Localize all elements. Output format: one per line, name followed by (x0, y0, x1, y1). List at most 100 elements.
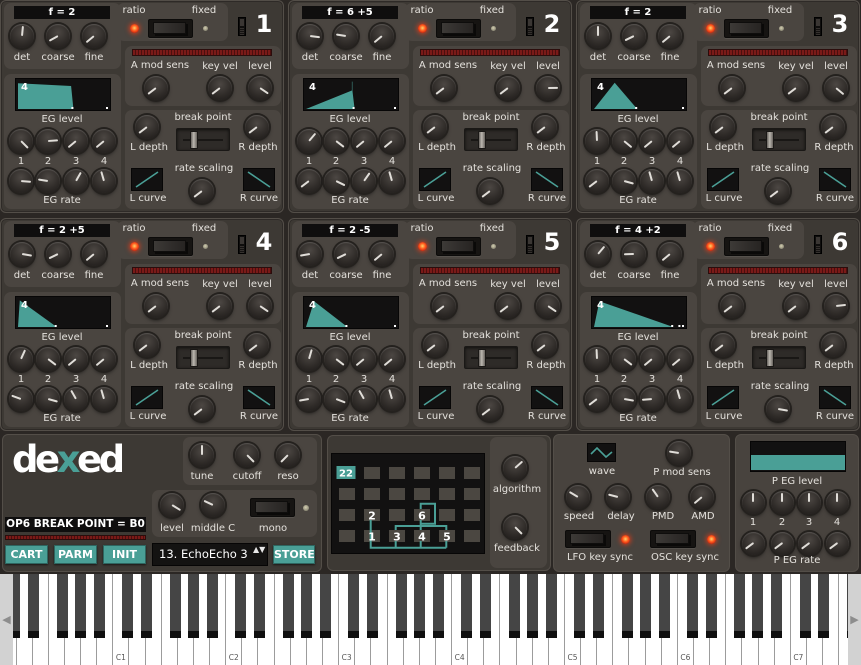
eg-level-3-knob[interactable] (352, 347, 376, 371)
eg-level-3-knob[interactable] (640, 129, 664, 153)
operator-enable-switch[interactable] (238, 235, 246, 254)
black-key[interactable] (187, 574, 199, 638)
black-key[interactable] (253, 574, 265, 638)
eg-level-1-knob[interactable] (585, 129, 609, 153)
ratio-fixed-switch[interactable] (436, 237, 481, 256)
key-velocity-knob[interactable] (208, 76, 232, 100)
ratio-fixed-switch[interactable] (148, 19, 193, 38)
right-depth-knob[interactable] (533, 333, 557, 357)
fine-knob[interactable] (370, 242, 394, 266)
coarse-knob[interactable] (46, 24, 70, 48)
eg-level-4-knob[interactable] (380, 347, 404, 371)
eg-level-2-knob[interactable] (612, 129, 636, 153)
eg-rate-1-knob[interactable] (9, 387, 33, 411)
init-button[interactable]: INIT (103, 545, 146, 564)
a-mod-sens-knob[interactable] (144, 294, 168, 318)
eg-rate-1-knob[interactable] (297, 169, 321, 193)
program-select[interactable]: 13. EchoEcho 3 ▲▼ (152, 543, 268, 566)
eg-level-2-knob[interactable] (36, 129, 60, 153)
black-key[interactable] (122, 574, 134, 638)
black-key[interactable] (461, 574, 472, 638)
mono-switch[interactable] (250, 498, 295, 517)
black-key[interactable] (395, 574, 407, 638)
coarse-knob[interactable] (334, 24, 358, 48)
slider-thumb[interactable] (189, 131, 198, 149)
black-key[interactable] (57, 574, 68, 638)
eg-level-1-knob[interactable] (9, 347, 33, 371)
operator-enable-switch[interactable] (814, 17, 822, 36)
eg-rate-2-knob[interactable] (324, 169, 348, 193)
output-level-knob[interactable] (248, 294, 272, 318)
coarse-knob[interactable] (622, 24, 646, 48)
ratio-fixed-switch[interactable] (148, 237, 193, 256)
black-key[interactable] (75, 574, 86, 638)
slider-thumb[interactable] (765, 131, 774, 149)
black-key[interactable] (28, 574, 40, 638)
eg-rate-3-knob[interactable] (352, 387, 376, 411)
fine-knob[interactable] (658, 24, 682, 48)
eg-rate-1-knob[interactable] (585, 387, 609, 411)
p-eg-level-2-knob[interactable] (770, 490, 794, 514)
p-eg-level-3-knob[interactable] (797, 490, 821, 514)
piano-keyboard[interactable]: C1 C2 C3 C4 C5 C6 C7 (0, 574, 861, 665)
eg-level-4-knob[interactable] (668, 347, 692, 371)
reso-knob[interactable] (276, 443, 300, 467)
operator-enable-switch[interactable] (526, 235, 534, 254)
key-velocity-knob[interactable] (784, 294, 808, 318)
black-key[interactable] (348, 574, 360, 638)
eg-rate-4-knob[interactable] (668, 387, 692, 411)
black-key[interactable] (300, 574, 312, 638)
black-key[interactable] (319, 574, 331, 638)
ratio-fixed-switch[interactable] (724, 237, 769, 256)
eg-rate-3-knob[interactable] (352, 169, 376, 193)
eg-rate-4-knob[interactable] (92, 387, 116, 411)
algorithm-display[interactable]: 22 1 2 3 4 5 6 (331, 453, 485, 554)
p-eg-rate-3-knob[interactable] (797, 531, 821, 555)
coarse-knob[interactable] (46, 242, 70, 266)
right-depth-knob[interactable] (245, 115, 269, 139)
right-depth-knob[interactable] (821, 333, 845, 357)
black-key[interactable] (771, 574, 783, 638)
right-depth-knob[interactable] (821, 115, 845, 139)
black-key[interactable] (592, 574, 604, 638)
black-key[interactable] (206, 574, 218, 638)
p-eg-rate-4-knob[interactable] (825, 531, 849, 555)
pmd-knob[interactable] (646, 485, 670, 509)
eg-level-3-knob[interactable] (64, 129, 88, 153)
black-key[interactable] (508, 574, 520, 638)
eg-level-3-knob[interactable] (640, 347, 664, 371)
eg-rate-1-knob[interactable] (9, 169, 33, 193)
eg-level-3-knob[interactable] (64, 347, 88, 371)
eg-level-1-knob[interactable] (9, 129, 33, 153)
eg-level-2-knob[interactable] (36, 347, 60, 371)
p-eg-rate-2-knob[interactable] (770, 531, 794, 555)
fine-knob[interactable] (658, 242, 682, 266)
p-eg-level-4-knob[interactable] (825, 490, 849, 514)
ratio-fixed-switch[interactable] (724, 19, 769, 38)
cutoff-knob[interactable] (235, 443, 259, 467)
eg-rate-4-knob[interactable] (380, 169, 404, 193)
eg-level-2-knob[interactable] (324, 347, 348, 371)
black-key[interactable] (686, 574, 698, 638)
detune-knob[interactable] (586, 242, 610, 266)
slider-thumb[interactable] (189, 349, 198, 367)
eg-rate-1-knob[interactable] (297, 387, 321, 411)
eg-rate-4-knob[interactable] (92, 169, 116, 193)
eg-level-4-knob[interactable] (92, 347, 116, 371)
black-key[interactable] (413, 574, 425, 638)
black-key[interactable] (658, 574, 670, 638)
a-mod-sens-knob[interactable] (144, 76, 168, 100)
eg-rate-3-knob[interactable] (64, 387, 88, 411)
black-key[interactable] (235, 574, 247, 638)
coarse-knob[interactable] (622, 242, 646, 266)
eg-rate-2-knob[interactable] (324, 387, 348, 411)
operator-enable-switch[interactable] (238, 17, 246, 36)
p-mod-sens-knob[interactable] (667, 441, 691, 465)
fine-knob[interactable] (82, 242, 106, 266)
ratio-fixed-switch[interactable] (436, 19, 481, 38)
fine-knob[interactable] (82, 24, 106, 48)
operator-enable-switch[interactable] (526, 17, 534, 36)
scroll-left-icon[interactable]: ◀ (0, 574, 13, 665)
a-mod-sens-knob[interactable] (720, 294, 744, 318)
master-level-knob[interactable] (160, 493, 184, 517)
